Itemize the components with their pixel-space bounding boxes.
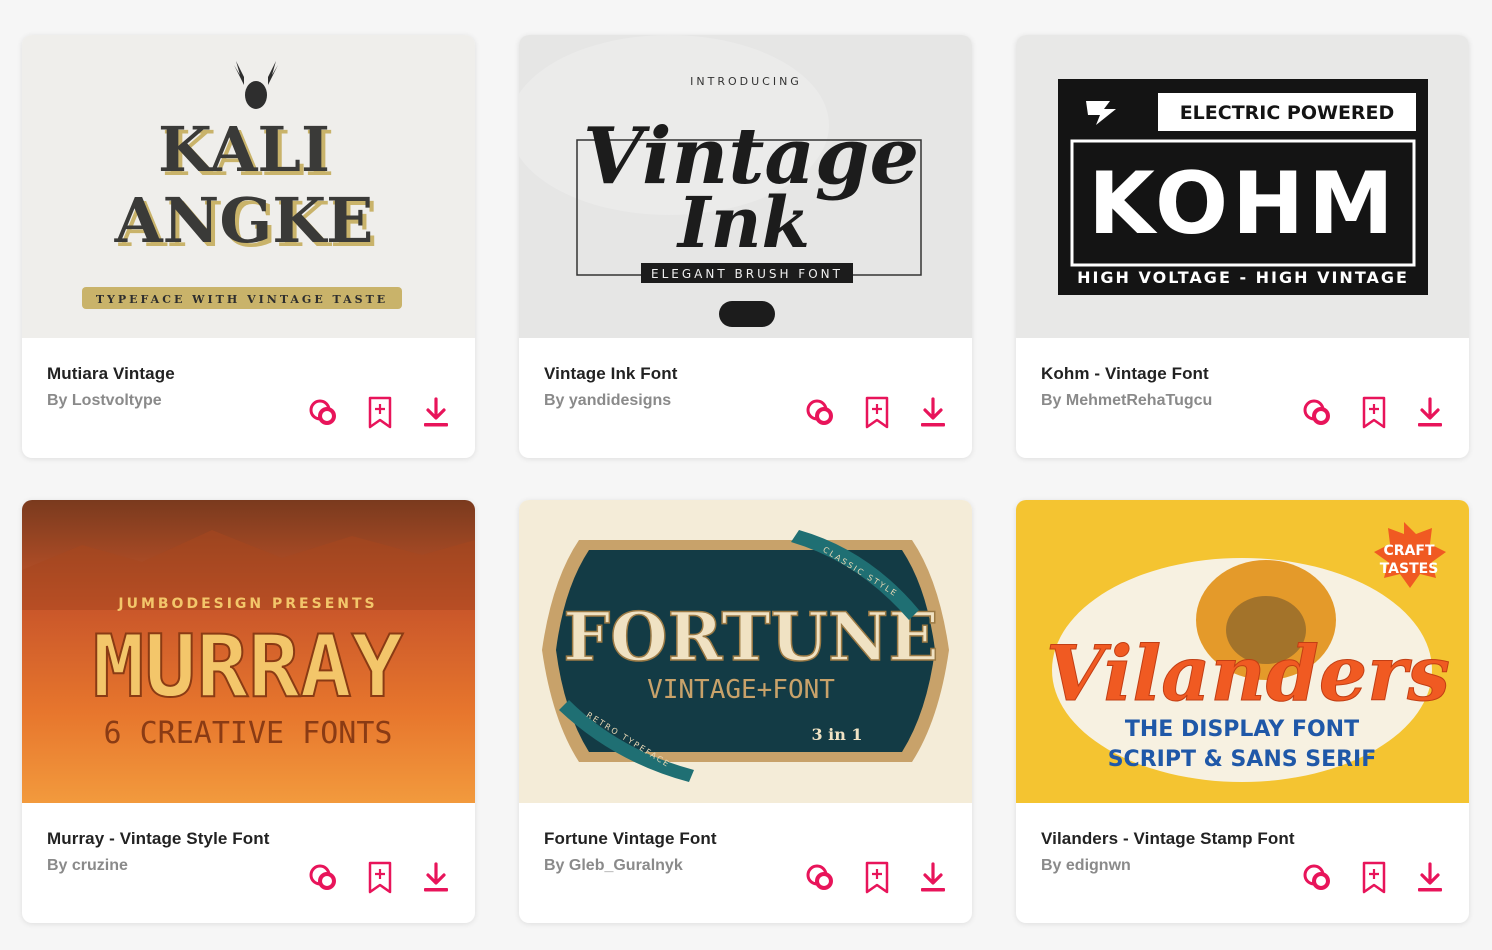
preview-line2: Ink	[676, 181, 810, 264]
bookmark-add-icon	[368, 861, 392, 894]
font-title[interactable]: Fortune Vintage Font	[544, 829, 717, 849]
preview-line1: FORTUNE	[563, 598, 938, 676]
bookmark-button[interactable]	[1357, 861, 1391, 895]
bookmark-button[interactable]	[860, 396, 894, 430]
download-icon	[424, 862, 448, 892]
download-icon	[1418, 862, 1442, 892]
compare-button[interactable]	[804, 861, 838, 895]
preview-line1: Vilanders	[1046, 629, 1450, 718]
font-card-actions	[307, 861, 453, 895]
download-icon	[1418, 397, 1442, 427]
preview-line1: MURRAY	[93, 617, 404, 717]
download-button[interactable]	[1413, 861, 1447, 895]
bookmark-add-icon	[865, 396, 889, 429]
font-preview-image[interactable]: Vilanders THE DISPLAY FONT SCRIPT & SANS…	[1016, 500, 1469, 803]
font-author[interactable]: By yandidesigns	[544, 392, 671, 410]
download-icon	[424, 397, 448, 427]
compare-button[interactable]	[1301, 396, 1335, 430]
font-card-actions	[1301, 396, 1447, 430]
download-button[interactable]	[419, 861, 453, 895]
preview-line2: 6 CREATIVE FONTS	[104, 716, 393, 751]
badge-line1: CRAFT	[1383, 543, 1434, 559]
bookmark-button[interactable]	[363, 861, 397, 895]
publisher-logo	[719, 301, 775, 327]
preview-ribbon-text: ELEGANT BRUSH FONT	[651, 267, 843, 281]
font-author[interactable]: By Gleb_Guralnyk	[544, 857, 683, 875]
bookmark-add-icon	[1362, 861, 1386, 894]
font-preview-image[interactable]: KALI KALI ANGKE ANGKE TYPEFACE WITH VINT…	[22, 35, 475, 338]
font-card-kohm[interactable]: ELECTRIC POWERED KOHM HIGH VOLTAGE - HIG…	[1016, 35, 1469, 458]
download-icon	[921, 862, 945, 892]
compare-button[interactable]	[307, 861, 341, 895]
badge-line2: TASTES	[1380, 561, 1439, 577]
bookmark-button[interactable]	[860, 861, 894, 895]
preview-badge-text: ELECTRIC POWERED	[1180, 102, 1395, 124]
download-button[interactable]	[1413, 396, 1447, 430]
font-card-actions	[804, 396, 950, 430]
compare-button[interactable]	[1301, 861, 1335, 895]
compare-button[interactable]	[307, 396, 341, 430]
font-preview-image[interactable]: FORTUNE VINTAGE+FONT CLASSIC STYLE RETRO…	[519, 500, 972, 803]
font-author[interactable]: By Lostvoltype	[47, 392, 162, 410]
bookmark-add-icon	[368, 396, 392, 429]
bookmark-add-icon	[1362, 396, 1386, 429]
font-card-meta: Murray - Vintage Style Font By cruzine	[22, 803, 475, 923]
preview-line1: KOHM	[1088, 154, 1397, 254]
overlap-circles-icon	[1303, 399, 1330, 425]
overlap-circles-icon	[806, 864, 833, 890]
font-card-actions	[307, 396, 453, 430]
preview-badge: 3 in 1	[811, 725, 862, 744]
font-title[interactable]: Vilanders - Vintage Stamp Font	[1041, 829, 1295, 849]
font-card-meta: Vintage Ink Font By yandidesigns	[519, 338, 972, 458]
download-icon	[921, 397, 945, 427]
overlap-circles-icon	[309, 864, 336, 890]
font-title[interactable]: Vintage Ink Font	[544, 364, 678, 384]
preview-kicker: JUMBODESIGN PRESENTS	[117, 596, 377, 612]
preview-line2: ANGKE	[114, 184, 374, 257]
bookmark-add-icon	[865, 861, 889, 894]
font-preview-image[interactable]: INTRODUCING Vintage Ink ELEGANT BRUSH FO…	[519, 35, 972, 338]
font-author[interactable]: By edignwn	[1041, 857, 1131, 875]
font-preview-image[interactable]: ELECTRIC POWERED KOHM HIGH VOLTAGE - HIG…	[1016, 35, 1469, 338]
font-card-meta: Kohm - Vintage Font By MehmetRehaTugcu	[1016, 338, 1469, 458]
preview-footer: HIGH VOLTAGE - HIGH VINTAGE	[1077, 268, 1409, 287]
preview-line2: VINTAGE+FONT	[647, 675, 835, 705]
font-preview-image[interactable]: JUMBODESIGN PRESENTS MURRAY 6 CREATIVE F…	[22, 500, 475, 803]
overlap-circles-icon	[1303, 864, 1330, 890]
preview-kicker: INTRODUCING	[690, 75, 802, 88]
font-card-vintage-ink[interactable]: INTRODUCING Vintage Ink ELEGANT BRUSH FO…	[519, 35, 972, 458]
download-button[interactable]	[419, 396, 453, 430]
font-card-meta: Vilanders - Vintage Stamp Font By edignw…	[1016, 803, 1469, 923]
font-author[interactable]: By MehmetRehaTugcu	[1041, 392, 1212, 410]
font-author[interactable]: By cruzine	[47, 857, 128, 875]
font-card-meta: Mutiara Vintage By Lostvoltype	[22, 338, 475, 458]
font-card-mutiara-vintage[interactable]: KALI KALI ANGKE ANGKE TYPEFACE WITH VINT…	[22, 35, 475, 458]
font-card-fortune[interactable]: FORTUNE VINTAGE+FONT CLASSIC STYLE RETRO…	[519, 500, 972, 923]
font-title[interactable]: Kohm - Vintage Font	[1041, 364, 1209, 384]
preview-line3: SCRIPT & SANS SERIF	[1108, 747, 1377, 772]
font-card-murray[interactable]: JUMBODESIGN PRESENTS MURRAY 6 CREATIVE F…	[22, 500, 475, 923]
font-title[interactable]: Mutiara Vintage	[47, 364, 175, 384]
overlap-circles-icon	[806, 399, 833, 425]
bookmark-button[interactable]	[363, 396, 397, 430]
preview-line1: KALI	[158, 113, 330, 186]
font-card-grid: KALI KALI ANGKE ANGKE TYPEFACE WITH VINT…	[22, 35, 1469, 923]
preview-ribbon-text: TYPEFACE WITH VINTAGE TASTE	[96, 293, 388, 306]
font-card-vilanders[interactable]: Vilanders THE DISPLAY FONT SCRIPT & SANS…	[1016, 500, 1469, 923]
bookmark-button[interactable]	[1357, 396, 1391, 430]
download-button[interactable]	[916, 396, 950, 430]
font-card-actions	[804, 861, 950, 895]
font-card-meta: Fortune Vintage Font By Gleb_Guralnyk	[519, 803, 972, 923]
compare-button[interactable]	[804, 396, 838, 430]
font-card-actions	[1301, 861, 1447, 895]
download-button[interactable]	[916, 861, 950, 895]
overlap-circles-icon	[309, 399, 336, 425]
preview-line2: THE DISPLAY FONT	[1125, 717, 1359, 742]
font-title[interactable]: Murray - Vintage Style Font	[47, 829, 269, 849]
